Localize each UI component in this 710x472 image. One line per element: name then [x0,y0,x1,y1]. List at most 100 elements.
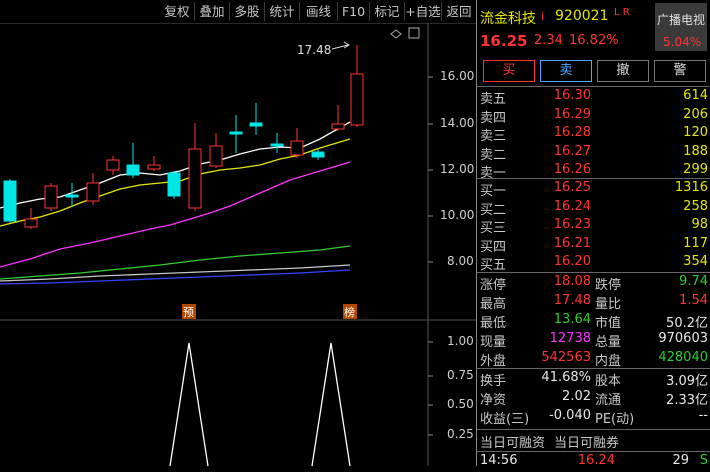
kline-chart[interactable]: 17.48 预 榜 [0,23,476,466]
order-volume: 299 [683,162,708,177]
order-book-row[interactable]: 买四 16.21 117 [477,236,710,255]
candle-body [188,148,202,209]
divider [477,368,710,369]
stats-row: 最低 13.64 市值 50.2亿 [477,312,710,331]
order-price: 16.20 [553,254,591,269]
order-level-label: 买四 [480,239,507,255]
price-axis-label: 12.00 [440,162,475,176]
candle-body [167,172,181,197]
quote-panel: 流金科技 i 920021 L R 广播电视 5.04% 16.25 2.34 … [476,0,710,468]
price-axis-label: 16.00 [440,69,475,83]
sector-badge[interactable]: 广播电视 5.04% [655,3,707,51]
divider [477,429,710,430]
limit-up-value: 18.08 [553,274,591,289]
candle-body [44,185,58,209]
order-volume: 1316 [674,180,708,195]
order-price: 16.21 [553,235,591,251]
pe-value: -- [698,408,708,423]
outer-volume-label: 外盘 [480,354,507,369]
order-volume: 206 [683,106,708,122]
chart-toolbar: 复权 叠加 多股 统计 画线 F10 标记 +自选 返回 [0,0,476,23]
alert-button[interactable]: 警 [654,60,706,82]
eps-label: 收益(三) [480,412,530,427]
candle-body [147,164,161,170]
stock-flags: L R [614,7,630,18]
indicator-axis-label: 0.75 [447,368,474,382]
order-book-row[interactable]: 卖四 16.29 206 [477,107,710,126]
ma250-line [0,269,351,285]
order-price: 16.25 [553,180,591,195]
order-book-row[interactable]: 买二 16.24 258 [477,199,710,218]
total-volume-label: 总量 [595,335,622,350]
stats-row: 收益(三) -0.040 PE(动) -- [477,408,710,427]
order-price: 16.28 [553,125,591,140]
stats-row: 换手 41.68% 股本 3.09亿 [477,370,710,389]
expand-icon[interactable] [408,27,420,39]
stats-row: 最高 17.48 量比 1.54 [477,293,710,312]
high-marker-label: 17.48 [297,43,331,57]
share-capital-label: 股本 [595,374,622,389]
order-book-row[interactable]: 卖二 16.27 188 [477,144,710,163]
order-level-label: 买三 [480,221,507,236]
current-volume-value: 12738 [549,331,591,346]
order-level-label: 卖五 [480,92,507,107]
net-asset-label: 净资 [480,393,507,408]
candle-body [65,194,79,198]
multi-stock-button[interactable]: 多股 [230,2,265,21]
mark-button[interactable]: 标记 [370,2,405,21]
leaderboard-tag-label: 榜 [344,305,355,319]
overlay-button[interactable]: 叠加 [195,2,230,21]
order-level-label: 卖二 [480,147,507,163]
f10-button[interactable]: F10 [338,2,370,21]
candle-body [311,151,325,158]
candle-body [86,182,100,202]
margin-finance-link[interactable]: 当日可融资 [480,432,545,451]
add-watchlist-button[interactable]: +自选 [405,2,442,21]
price-axis-label: 8.00 [447,254,474,268]
statistics-button[interactable]: 统计 [265,2,300,21]
divider [477,86,710,87]
margin-short-link[interactable]: 当日可融券 [554,432,619,451]
cancel-order-button[interactable]: 撤 [597,60,649,82]
sell-button[interactable]: 卖 [540,60,592,82]
sector-change: 5.04% [663,35,702,49]
order-level-label: 买一 [480,184,507,199]
fuquan-button[interactable]: 复权 [160,2,195,21]
order-level-label: 买五 [480,258,507,273]
forecast-tag-label: 预 [183,306,194,319]
candle-body [270,143,284,147]
limit-down-value: 9.74 [679,274,708,289]
divider [477,451,710,452]
divider [477,178,710,179]
candle-body [229,131,243,135]
vol-ratio-value: 1.54 [679,293,708,308]
vol-ratio-label: 量比 [595,297,622,312]
order-book-row[interactable]: 卖五 16.30 614 [477,88,710,107]
buy-button[interactable]: 买 [483,60,535,82]
total-volume-value: 970603 [658,331,708,346]
diamond-icon[interactable] [390,29,402,39]
order-price: 16.26 [553,162,591,177]
low-label: 最低 [480,316,507,331]
info-icon[interactable]: i [541,10,544,23]
share-capital-value: 3.09亿 [666,374,708,389]
pe-label: PE(动) [595,412,635,427]
price-change-pct: 16.82% [569,33,619,48]
outer-volume-value: 542563 [541,350,591,365]
turnover-value: 41.68% [541,370,591,385]
back-button[interactable]: 返回 [442,2,476,21]
order-book-row[interactable]: 买一 16.25 1316 [477,180,710,199]
order-book-row[interactable]: 买三 16.23 98 [477,217,710,236]
net-asset-value: 2.02 [562,389,591,404]
order-level-label: 买二 [480,202,507,218]
order-book-row[interactable]: 卖三 16.28 120 [477,125,710,144]
candle-body [126,164,140,176]
order-volume: 117 [683,235,708,251]
order-volume: 258 [683,198,708,214]
candle-body [249,122,263,127]
draw-line-button[interactable]: 画线 [300,2,338,21]
order-volume: 614 [683,88,708,103]
order-book-row[interactable]: 买五 16.20 354 [477,254,710,273]
order-price: 16.30 [553,88,591,103]
current-volume-label: 现量 [480,335,507,350]
